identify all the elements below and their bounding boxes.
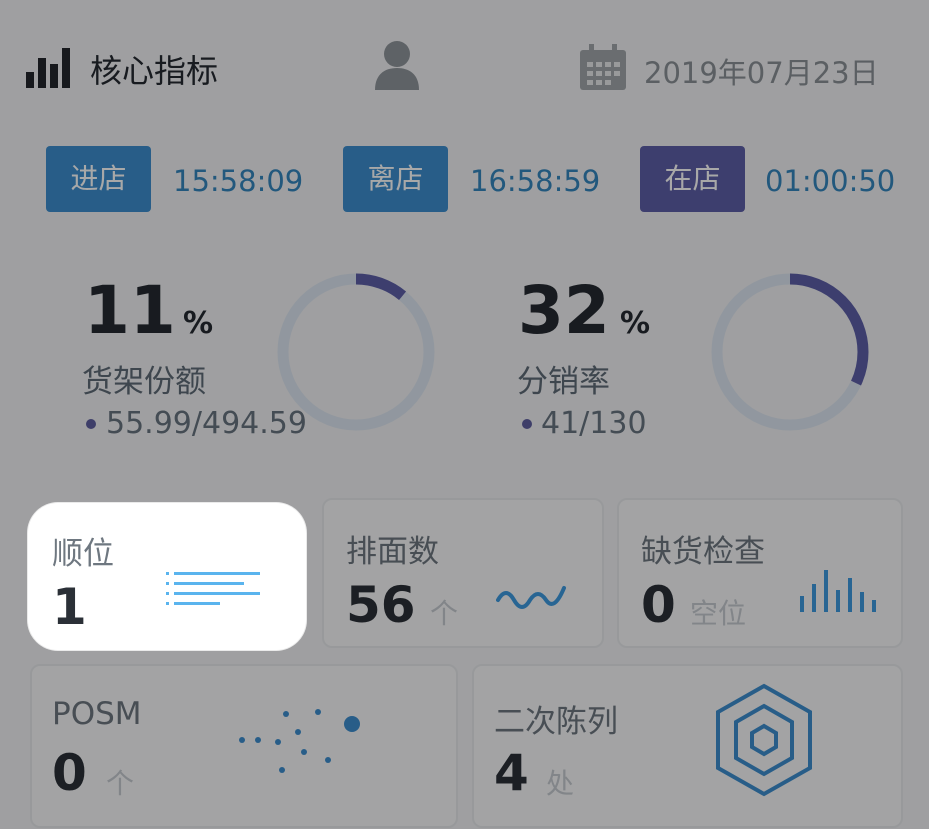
posm-label: POSM [52, 696, 142, 732]
shelf-share-dot [86, 419, 96, 429]
enter-store-badge: 进店 [46, 146, 151, 212]
in-store-badge: 在店 [640, 146, 745, 212]
shelf-share-label: 货架份额 [82, 364, 206, 400]
secondary-display-unit: 处 [546, 767, 575, 800]
oos-check-unit: 空位 [690, 597, 747, 630]
leave-store-time: 16:58:59 [470, 164, 601, 198]
shelf-share-unit: % [183, 306, 214, 341]
secondary-display-card[interactable] [472, 664, 903, 828]
calendar-icon[interactable] [580, 44, 626, 90]
distribution-rate-dot [522, 419, 532, 429]
facings-trend: 个 [430, 597, 459, 630]
scatter-dots-icon [234, 702, 366, 782]
posm-value: 0 [52, 744, 87, 802]
oos-check-value: 0 [641, 576, 676, 634]
leave-store-badge: 离店 [343, 146, 448, 212]
wave-icon [496, 582, 568, 612]
distribution-rate-ring [708, 270, 872, 434]
distribution-rate-unit: % [620, 306, 651, 341]
in-store-time: 01:00:50 [765, 164, 896, 198]
secondary-display-label: 二次陈列 [494, 704, 618, 740]
hexagon-icon [712, 682, 816, 798]
facings-label: 排面数 [346, 534, 439, 570]
enter-store-time: 15:58:09 [173, 164, 304, 198]
list-lines-icon [166, 570, 260, 612]
posm-trend: 个 [106, 767, 135, 800]
rank-value: 1 [52, 578, 87, 636]
date-label: 2019年07月23日 [644, 56, 879, 90]
secondary-display-value: 4 [494, 744, 529, 802]
rank-label: 顺位 [52, 536, 114, 572]
histogram-icon [798, 566, 878, 612]
page-title: 核心指标 [90, 52, 219, 90]
distribution-rate-value: 32 [518, 272, 610, 349]
distribution-rate-ratio: 41/130 [541, 406, 647, 441]
bar-chart-icon [26, 44, 72, 88]
shelf-share-value: 11 [84, 272, 176, 349]
distribution-rate-label: 分销率 [517, 364, 610, 400]
oos-check-label: 缺货检查 [641, 534, 765, 570]
user-icon[interactable] [374, 40, 420, 90]
shelf-share-ring [274, 270, 438, 434]
facings-value: 56 [346, 576, 416, 634]
